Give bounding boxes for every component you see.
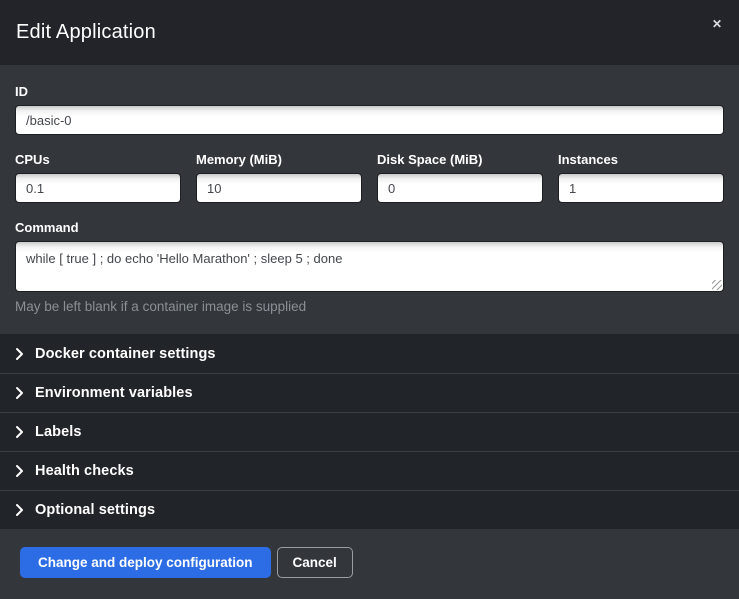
modal-title: Edit Application bbox=[16, 21, 156, 44]
command-textarea[interactable]: while [ true ] ; do echo 'Hello Marathon… bbox=[15, 241, 724, 292]
disk-field-group: Disk Space (MiB) bbox=[377, 152, 543, 203]
chevron-right-icon bbox=[15, 464, 24, 478]
id-field-group: ID bbox=[15, 84, 724, 135]
edit-application-form: ID CPUs Memory (MiB) Disk Space (MiB) In… bbox=[0, 65, 739, 334]
section-label: Labels bbox=[35, 424, 82, 440]
section-environment-variables[interactable]: Environment variables bbox=[0, 373, 739, 412]
id-label: ID bbox=[15, 84, 724, 99]
chevron-right-icon bbox=[15, 347, 24, 361]
command-help-text: May be left blank if a container image i… bbox=[15, 299, 724, 314]
section-label: Health checks bbox=[35, 463, 134, 479]
section-optional-settings[interactable]: Optional settings bbox=[0, 490, 739, 529]
disk-input[interactable] bbox=[377, 173, 543, 203]
cancel-button[interactable]: Cancel bbox=[277, 547, 353, 578]
memory-label: Memory (MiB) bbox=[196, 152, 362, 167]
instances-label: Instances bbox=[558, 152, 724, 167]
disk-label: Disk Space (MiB) bbox=[377, 152, 543, 167]
chevron-right-icon bbox=[15, 386, 24, 400]
modal-footer: Change and deploy configuration Cancel bbox=[0, 529, 739, 599]
memory-input[interactable] bbox=[196, 173, 362, 203]
collapsible-sections: Docker container settings Environment va… bbox=[0, 334, 739, 529]
change-and-deploy-button[interactable]: Change and deploy configuration bbox=[20, 547, 271, 578]
instances-field-group: Instances bbox=[558, 152, 724, 203]
section-label: Environment variables bbox=[35, 385, 193, 401]
chevron-right-icon bbox=[15, 503, 24, 517]
command-field-group: Command while [ true ] ; do echo 'Hello … bbox=[15, 220, 724, 314]
edit-application-modal: Edit Application ✕ ID CPUs Memory (MiB) … bbox=[0, 0, 739, 599]
chevron-right-icon bbox=[15, 425, 24, 439]
section-label: Docker container settings bbox=[35, 346, 216, 362]
id-input[interactable] bbox=[15, 105, 724, 135]
close-icon[interactable]: ✕ bbox=[708, 14, 726, 34]
resources-row: CPUs Memory (MiB) Disk Space (MiB) Insta… bbox=[15, 152, 724, 203]
section-health-checks[interactable]: Health checks bbox=[0, 451, 739, 490]
instances-input[interactable] bbox=[558, 173, 724, 203]
section-docker-container-settings[interactable]: Docker container settings bbox=[0, 334, 739, 373]
modal-header: Edit Application ✕ bbox=[0, 0, 739, 65]
cpus-input[interactable] bbox=[15, 173, 181, 203]
command-label: Command bbox=[15, 220, 724, 235]
memory-field-group: Memory (MiB) bbox=[196, 152, 362, 203]
cpus-field-group: CPUs bbox=[15, 152, 181, 203]
section-labels[interactable]: Labels bbox=[0, 412, 739, 451]
section-label: Optional settings bbox=[35, 502, 155, 518]
cpus-label: CPUs bbox=[15, 152, 181, 167]
